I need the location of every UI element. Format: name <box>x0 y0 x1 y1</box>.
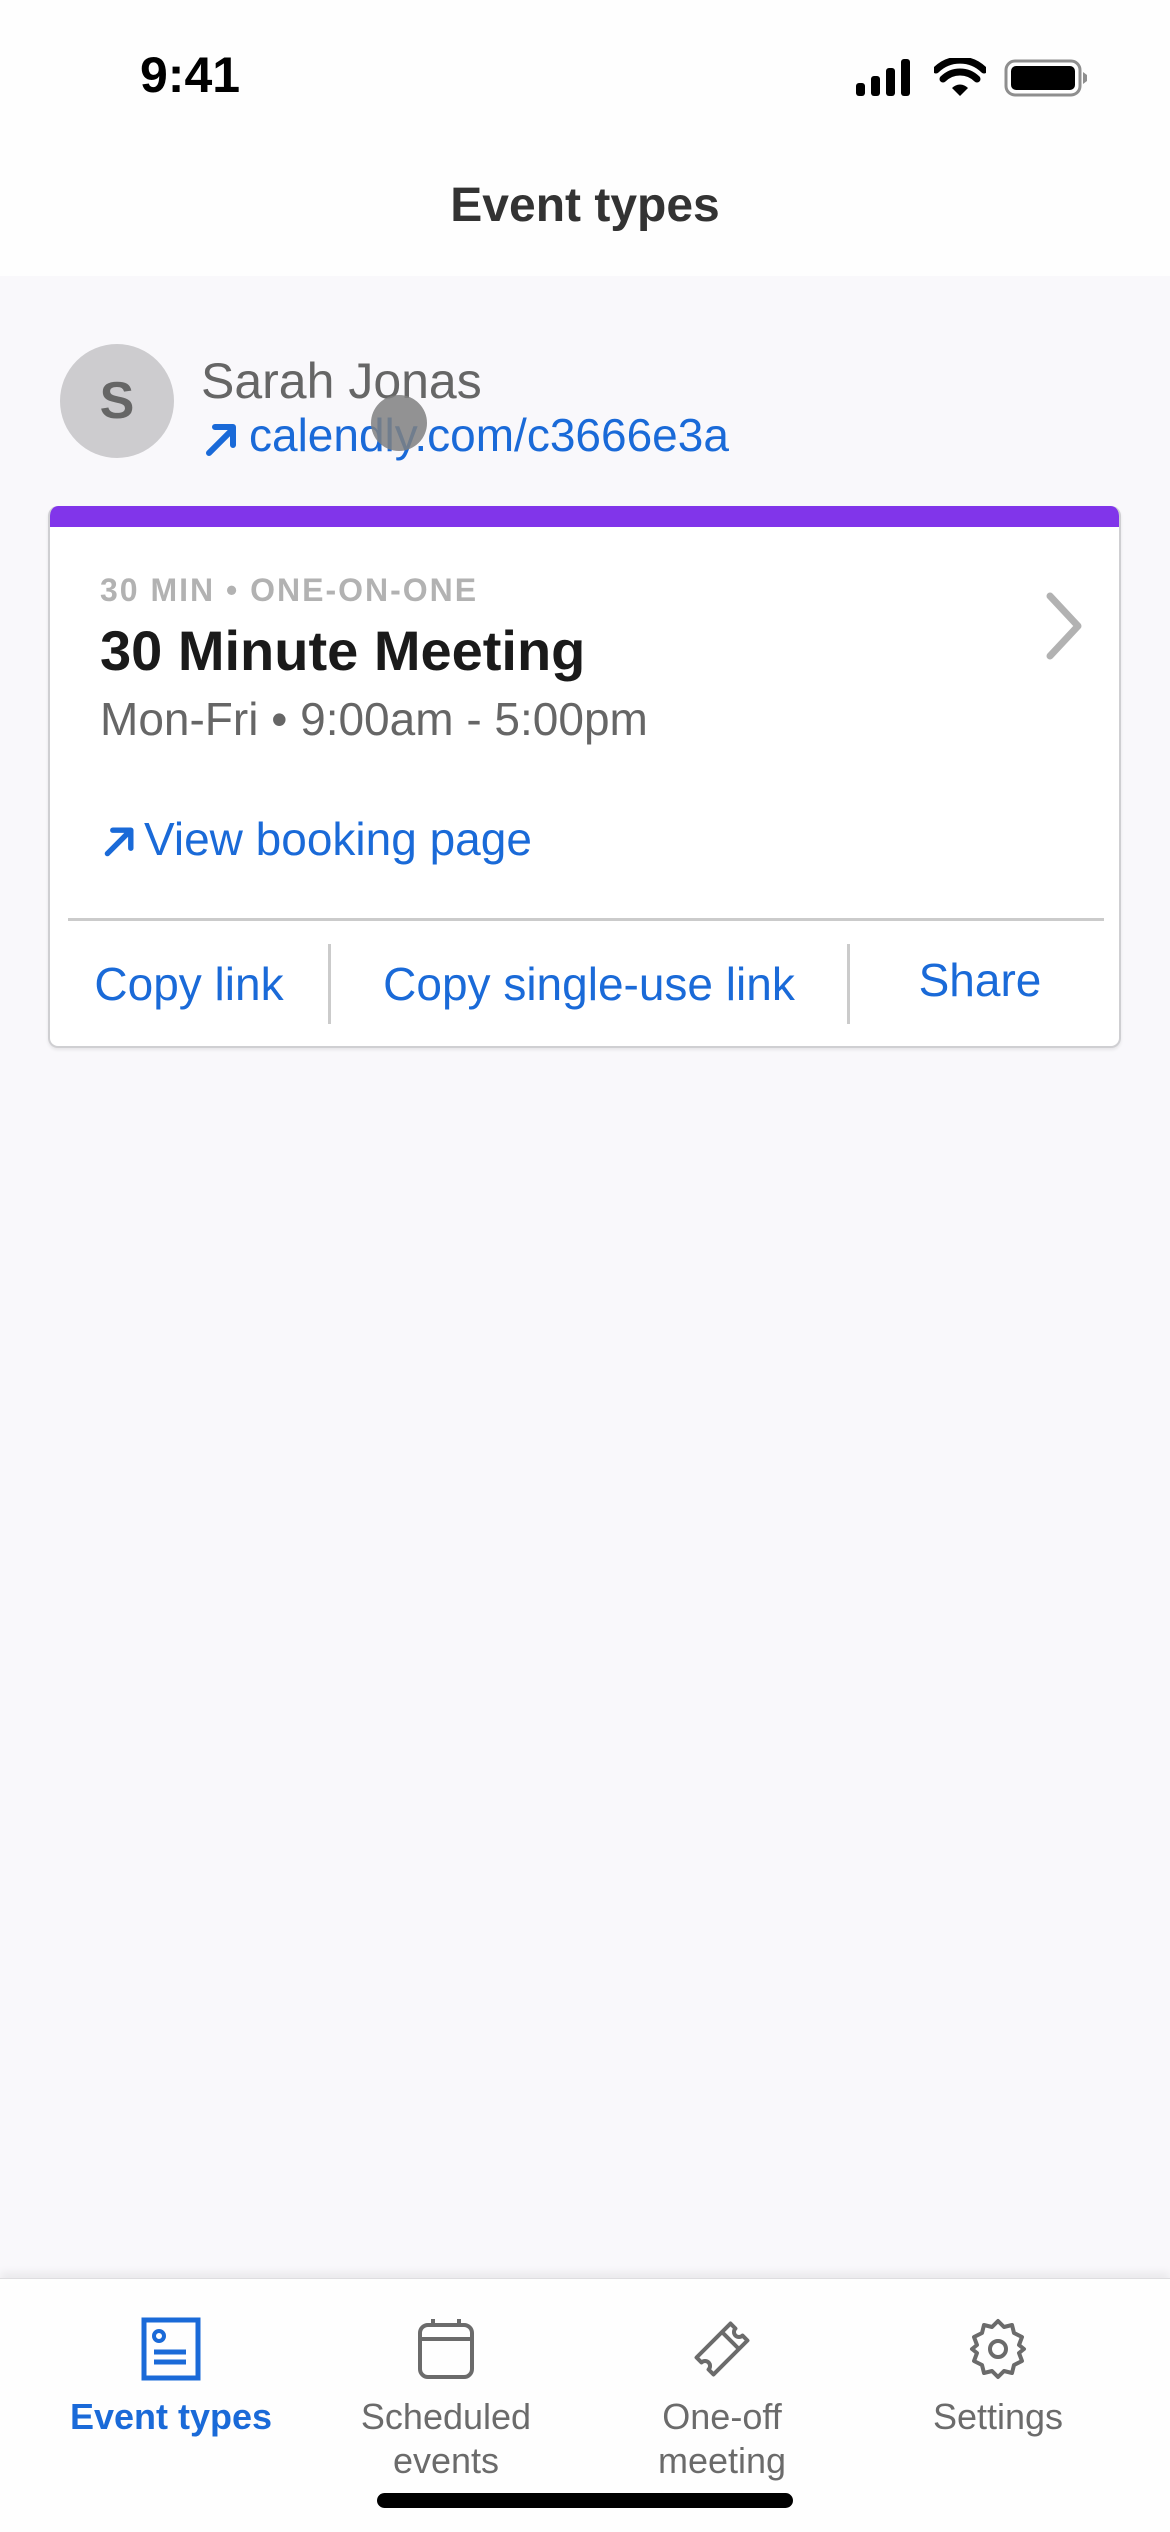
profile-link-text: calendly.com/c3666e3a <box>249 409 729 461</box>
copy-single-use-link-button[interactable]: Copy single-use link <box>331 942 847 1026</box>
battery-icon <box>1004 59 1087 97</box>
status-time: 9:41 <box>140 47 241 103</box>
profile-name: Sarah Jonas <box>201 353 482 409</box>
tab-scheduled-events[interactable]: Scheduled events <box>300 2279 592 2499</box>
cellular-signal-icon <box>856 59 910 96</box>
gear-icon <box>970 2319 1026 2379</box>
chevron-right-icon[interactable] <box>1040 586 1090 666</box>
top-bar: 9:41 Event types <box>0 0 1170 276</box>
external-link-arrow-icon <box>104 827 134 857</box>
view-booking-page-link[interactable]: View booking page <box>102 812 532 866</box>
event-schedule: Mon-Fri • 9:00am - 5:00pm <box>100 693 648 745</box>
event-title: 30 Minute Meeting <box>100 619 586 682</box>
tab-label: Event types <box>69 2396 273 2437</box>
card-actions: Copy link Copy single-use link Share <box>50 942 1119 1026</box>
touch-indicator <box>371 395 427 451</box>
tab-label: Settings <box>932 2396 1064 2437</box>
profile-link[interactable]: calendly.com/c3666e3a <box>201 408 729 462</box>
tab-event-types[interactable]: Event types <box>25 2279 317 2499</box>
page-title: Event types <box>450 179 720 232</box>
tab-label: One-off meeting <box>657 2396 787 2481</box>
tab-one-off-meeting[interactable]: One-off meeting <box>576 2279 868 2499</box>
status-icons <box>854 58 1094 98</box>
avatar: S <box>60 344 174 458</box>
tab-label: Scheduled events <box>360 2396 532 2481</box>
tab-settings[interactable]: Settings <box>852 2279 1144 2499</box>
share-button[interactable]: Share <box>850 938 1110 1022</box>
copy-link-button[interactable]: Copy link <box>50 942 328 1026</box>
view-booking-page-label: View booking page <box>144 813 532 865</box>
ticket-icon <box>694 2321 750 2377</box>
card-accent-bar <box>50 506 1119 527</box>
wifi-icon <box>934 58 986 96</box>
calendar-icon <box>418 2319 474 2379</box>
event-type-card[interactable]: 30 MIN • ONE-ON-ONE 30 Minute Meeting Mo… <box>48 506 1121 1048</box>
card-divider <box>68 918 1104 921</box>
external-link-arrow-icon <box>206 424 236 456</box>
event-meta: 30 MIN • ONE-ON-ONE <box>100 572 479 608</box>
event-types-screen: 9:41 Event types S Sarah Jonas calendly.… <box>0 0 1170 2532</box>
event-types-icon <box>141 2317 201 2381</box>
home-indicator <box>377 2493 793 2508</box>
